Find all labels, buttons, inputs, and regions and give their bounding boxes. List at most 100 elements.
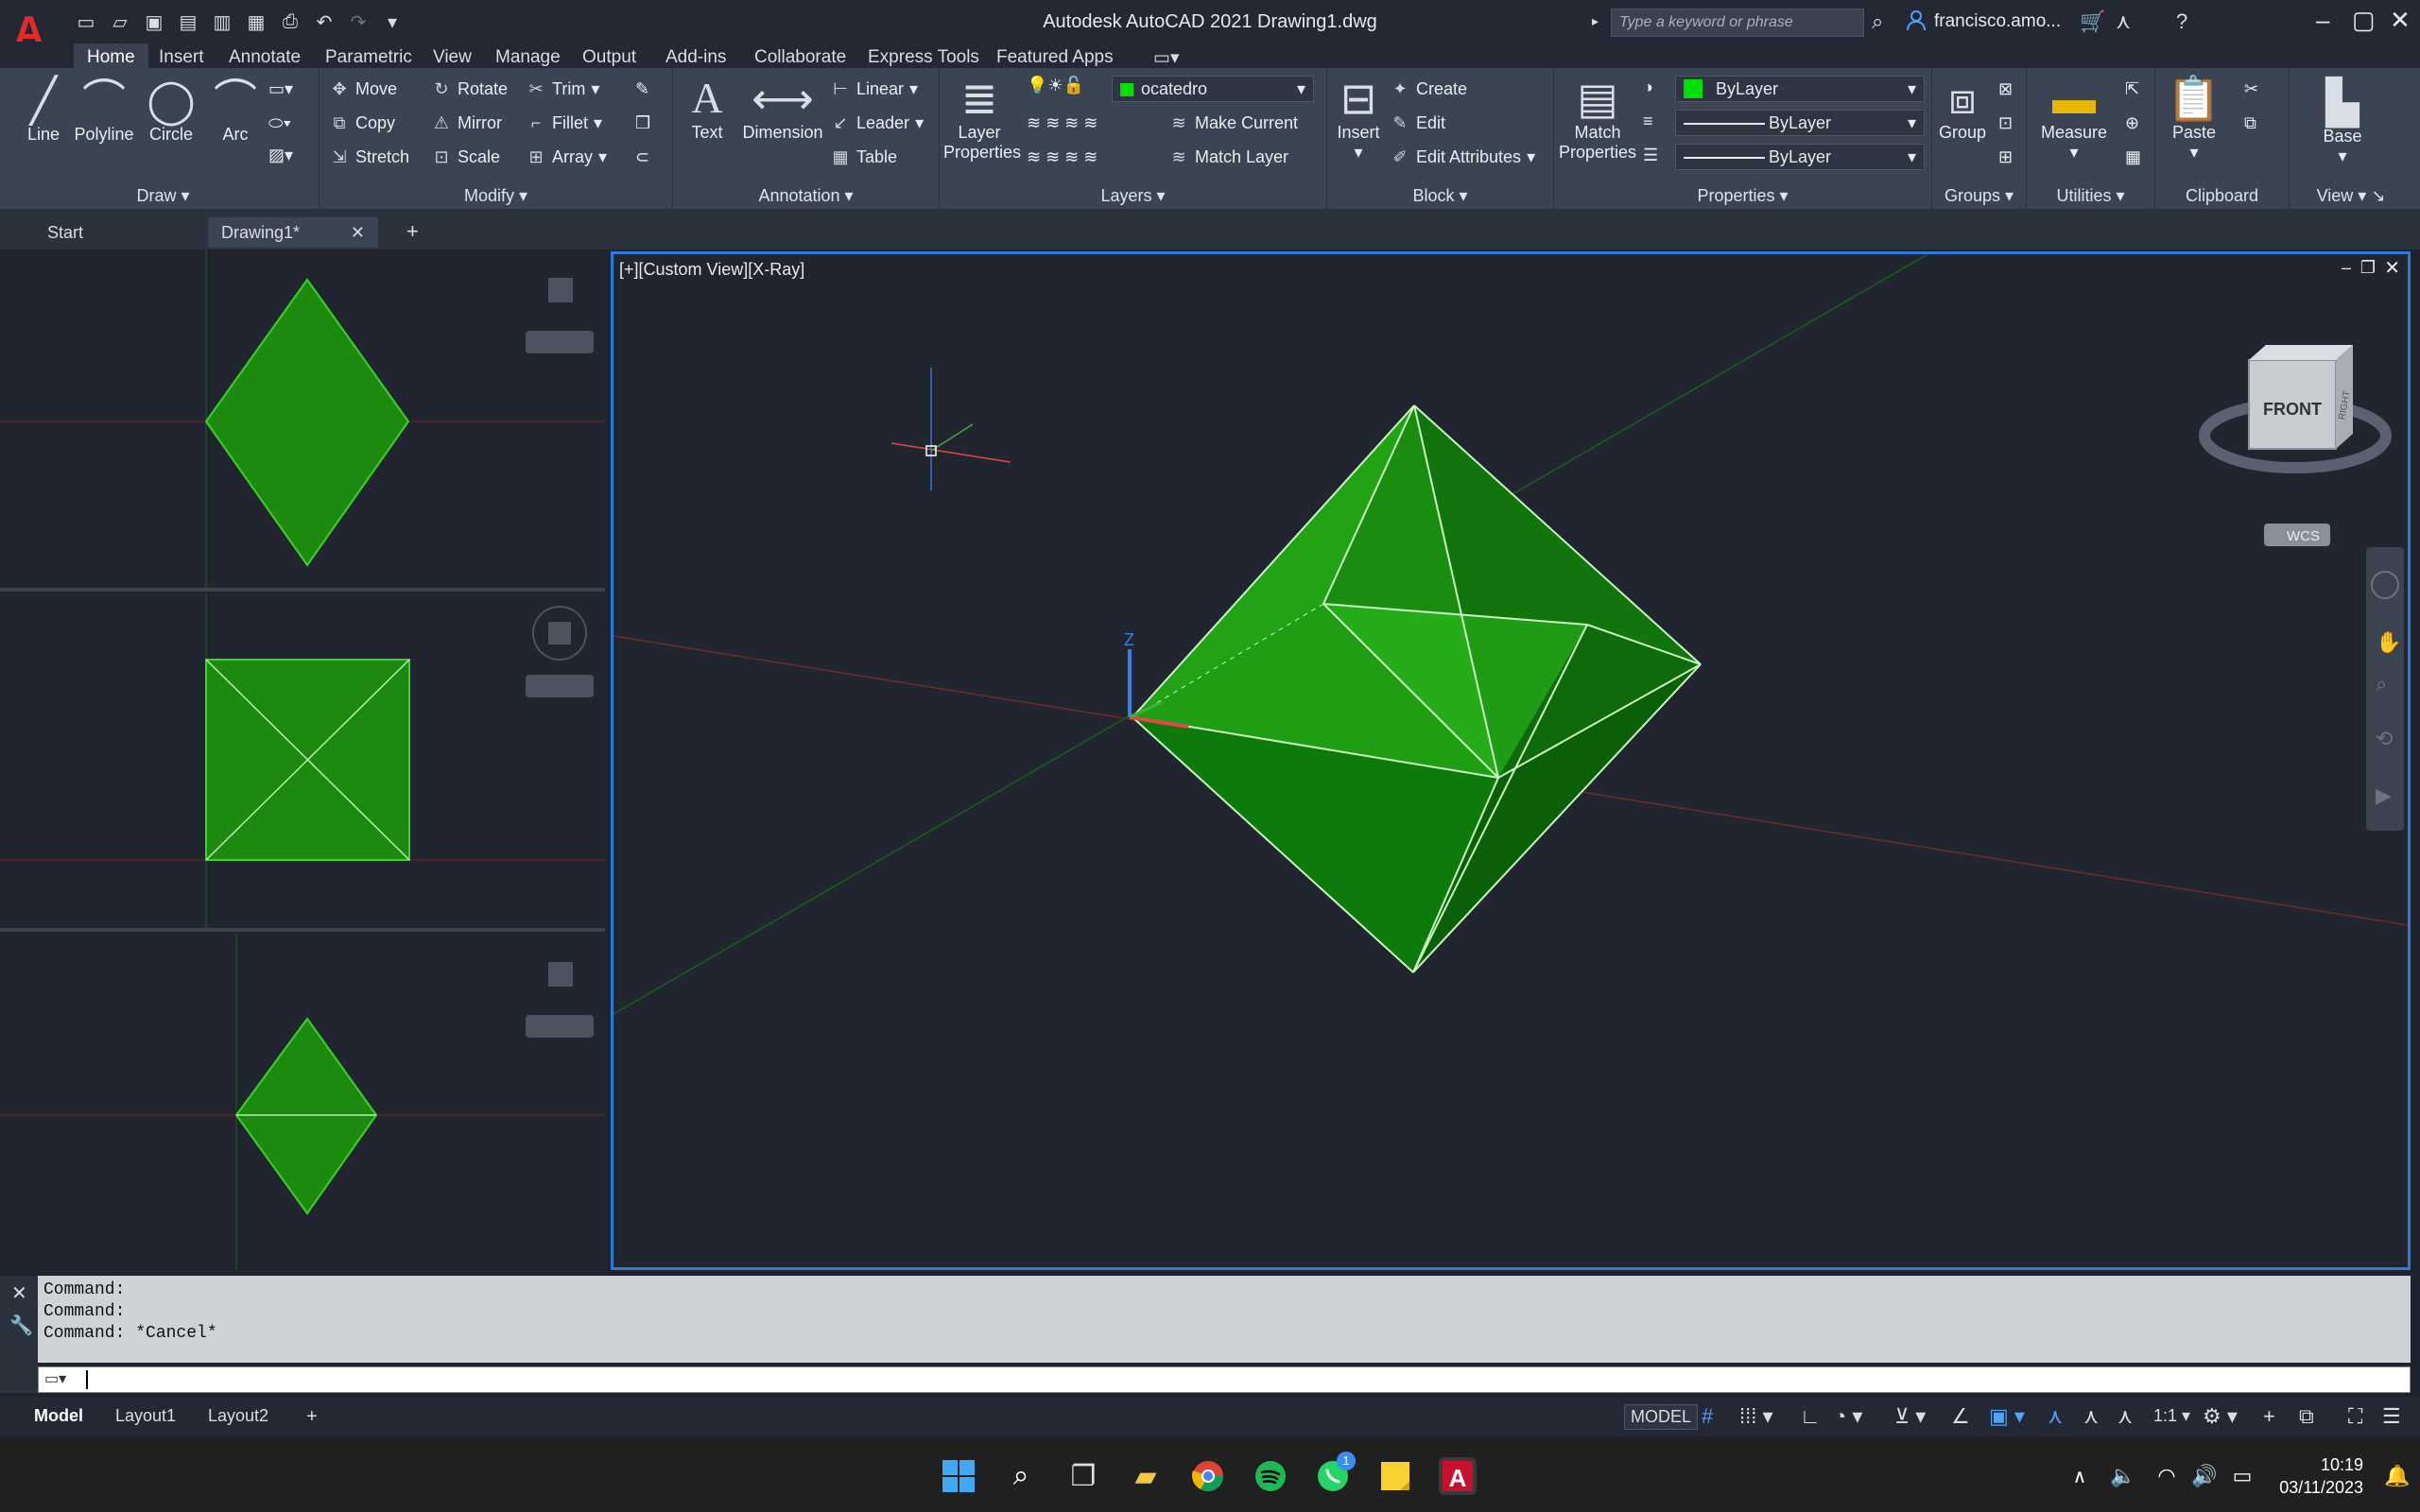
mini-viewcube-icon-3[interactable] — [548, 962, 573, 987]
new-icon[interactable]: ▭ — [74, 9, 98, 34]
scale-button[interactable]: ⊡ Scale — [431, 147, 500, 167]
fillet-button[interactable]: ⌐ Fillet ▾ — [526, 113, 602, 133]
mini-wcs-badge-3[interactable] — [526, 1015, 594, 1038]
stretch-button[interactable]: ⇲ Stretch — [329, 147, 409, 167]
group-select-icon[interactable]: ⊞ — [1998, 147, 2013, 167]
polar-icon[interactable]: ◔ ▾ — [1834, 1404, 1862, 1429]
layer-properties-button[interactable]: ≣ Layer Properties — [943, 74, 1021, 163]
panel-clipboard-title[interactable]: Clipboard — [2155, 186, 2289, 206]
command-prompt-icon[interactable]: ▭▾ — [44, 1369, 66, 1388]
arc-button[interactable]: ⌒ Arc — [204, 76, 267, 145]
text-button[interactable]: A Text — [679, 74, 735, 143]
hatch-icon[interactable]: ⬭▾ — [268, 113, 291, 133]
tab-annotate[interactable]: Annotate — [216, 43, 314, 70]
tab-output[interactable]: Output — [569, 43, 649, 70]
offset-icon[interactable]: ⊂ — [635, 147, 649, 167]
auto-scale-icon[interactable]: ⋏ — [2083, 1404, 2099, 1429]
viewport-top-view[interactable] — [0, 249, 605, 592]
rotate-button[interactable]: ↻ Rotate — [431, 79, 508, 99]
user-icon[interactable] — [1906, 9, 1927, 32]
insert-button[interactable]: ⊟ Insert ▾ — [1329, 74, 1388, 163]
autodesk-app-icon[interactable]: ⋏ — [2116, 9, 2131, 34]
gradient-icon[interactable]: ▨▾ — [268, 146, 293, 165]
panel-draw-title[interactable]: Draw ▾ — [8, 186, 319, 206]
windows-start-icon[interactable] — [940, 1457, 977, 1495]
battery-icon[interactable]: ▭ — [2223, 1457, 2261, 1495]
rectangle-icon[interactable]: ▭▾ — [268, 79, 293, 99]
notifications-icon[interactable]: 🔔 — [2378, 1457, 2416, 1495]
new-tab-icon[interactable]: + — [393, 217, 432, 248]
mini-wcs-badge-2[interactable] — [526, 675, 594, 697]
panel-groups-title[interactable]: Groups ▾ — [1932, 186, 2026, 206]
wifi-icon[interactable]: ◠ — [2148, 1457, 2186, 1495]
chrome-icon[interactable] — [1189, 1457, 1227, 1495]
line-button[interactable]: ╱ Line — [15, 76, 72, 145]
copy-clip-icon[interactable]: ⧉ — [2244, 113, 2256, 133]
autocad-taskbar-icon[interactable]: A — [1439, 1457, 1477, 1495]
mirror-button[interactable]: ⚠ Mirror — [431, 113, 502, 133]
customize-qat-icon[interactable]: ▾ — [380, 9, 405, 34]
panel-view-title[interactable]: View ▾ ↘ — [2290, 186, 2412, 206]
tab-drawing1[interactable]: Drawing1* ✕ — [208, 217, 378, 248]
grid-icon[interactable]: # — [1702, 1404, 1713, 1429]
close-command-line-icon[interactable]: ✕ — [11, 1281, 27, 1305]
cut-icon[interactable]: ✂ — [2244, 79, 2258, 99]
viewport-front-view[interactable] — [0, 593, 605, 932]
minimize-icon[interactable]: – — [2316, 6, 2329, 35]
search-icon[interactable]: ⌕ — [1872, 9, 1883, 34]
lineweight-icon[interactable]: ☰ — [1643, 146, 1658, 165]
polyline-button[interactable]: ⌒ Polyline — [66, 76, 142, 145]
maximize-icon[interactable]: ▢ — [2352, 6, 2376, 35]
system-clock[interactable]: 10:19 03/11/2023 — [2279, 1453, 2363, 1499]
tab-addins[interactable]: Add-ins — [652, 43, 739, 70]
select-all-icon[interactable]: ⊕ — [2125, 113, 2139, 133]
linetype-icon[interactable]: ≡ — [1643, 112, 1653, 131]
match-properties-button[interactable]: ▤ Match Properties — [1558, 74, 1637, 163]
erase-icon[interactable]: ✎ — [635, 79, 649, 99]
tab-home[interactable]: Home — [74, 43, 148, 70]
panel-annotation-title[interactable]: Annotation ▾ — [673, 186, 939, 206]
save-as-icon[interactable]: ▤ — [176, 9, 200, 34]
open-web-icon[interactable]: ▥ — [210, 9, 234, 34]
base-button[interactable]: ▙ Base ▾ — [2308, 77, 2377, 166]
save-web-icon[interactable]: ▦ — [244, 9, 268, 34]
measure-button[interactable]: ▬ Measure ▾ — [2031, 74, 2118, 163]
tab-parametric[interactable]: Parametric — [312, 43, 425, 70]
pan-icon[interactable]: ✋ — [2376, 630, 2401, 655]
layer-tools-row2-icons[interactable]: ≋ ≋ ≋ ≋ — [1027, 147, 1098, 167]
mini-viewcube-icon[interactable] — [548, 278, 573, 302]
viewport-side-view[interactable] — [0, 934, 605, 1272]
calculator-icon[interactable]: ▦ — [2125, 147, 2141, 167]
zoom-icon[interactable]: ⌕ — [2376, 673, 2387, 696]
model-space-toggle[interactable]: MODEL — [1624, 1404, 1699, 1430]
clean-screen-icon[interactable]: ⛶ — [2348, 1404, 2362, 1429]
leader-button[interactable]: ↙ Leader ▾ — [830, 113, 924, 133]
layer-tools-row1-icons[interactable]: ≋ ≋ ≋ ≋ — [1027, 113, 1098, 133]
search-input[interactable]: Type a keyword or phrase — [1611, 9, 1864, 37]
viewport-main[interactable]: [+][Custom View][X-Ray] – ❐ ✕ Z FRONT RI… — [611, 251, 2411, 1270]
show-hidden-icons-icon[interactable]: ∧ — [2061, 1457, 2099, 1495]
ribbon-minimize-icon[interactable]: ▭▾ — [1140, 43, 1193, 70]
audio-device-icon[interactable]: 🔈 — [2104, 1457, 2142, 1495]
plot-icon[interactable]: ⎙ — [278, 9, 302, 34]
layer-state-icons[interactable]: 💡☀🔓 — [1027, 76, 1084, 95]
panel-modify-title[interactable]: Modify ▾ — [320, 186, 672, 206]
showmotion-icon[interactable]: ▶ — [2376, 784, 2392, 808]
quick-select-icon[interactable]: ⇱ — [2125, 79, 2139, 99]
create-block-button[interactable]: ✦ Create — [1390, 79, 1467, 99]
whatsapp-icon[interactable]: 1 — [1314, 1452, 1356, 1495]
tab-manage[interactable]: Manage — [482, 43, 574, 70]
redo-icon[interactable]: ↷ — [346, 9, 371, 34]
ungroup-icon[interactable]: ⊠ — [1998, 79, 2013, 99]
open-icon[interactable]: ▱ — [108, 9, 132, 34]
help-icon[interactable]: ? — [2176, 9, 2187, 34]
tab-express-tools[interactable]: Express Tools — [855, 43, 993, 70]
isodraft-icon[interactable]: ⊻ ▾ — [1894, 1404, 1926, 1429]
dimension-button[interactable]: ⟷ Dimension — [735, 74, 830, 143]
undo-icon[interactable]: ↶ — [312, 9, 337, 34]
save-icon[interactable]: ▣ — [142, 9, 166, 34]
customize-command-line-icon[interactable]: 🔧 — [9, 1314, 33, 1337]
command-input[interactable]: ▭▾ — [38, 1366, 2411, 1393]
isolate-objects-icon[interactable]: ⧉ — [2299, 1404, 2314, 1429]
volume-icon[interactable]: 🔊 — [2186, 1457, 2223, 1495]
